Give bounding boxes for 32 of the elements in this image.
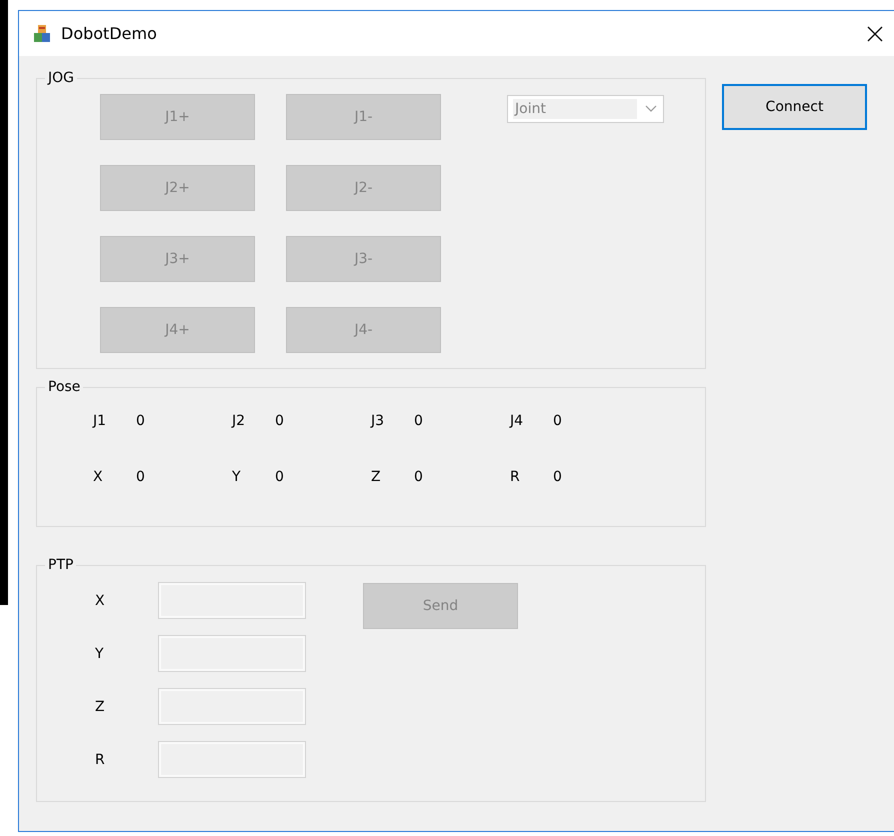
field-label: X [95, 592, 106, 608]
pose-label: Y [232, 469, 242, 485]
pose-label: J3 [371, 413, 386, 429]
pose-value: 0 [136, 413, 145, 429]
pose-label: J1 [93, 413, 108, 429]
group-title: JOG [46, 70, 75, 86]
field-label: Z [95, 698, 106, 714]
pose-value: 0 [136, 469, 145, 485]
group-title: Pose [47, 379, 82, 395]
pose-label: X [93, 469, 104, 485]
pose-label: R [510, 469, 521, 485]
input-field[interactable] [158, 688, 306, 725]
pose-label: J2 [232, 413, 246, 429]
pose-value: 0 [275, 469, 284, 485]
input-field[interactable] [158, 582, 306, 619]
window-title: DobotDemo [61, 24, 157, 43]
pose-value: 0 [275, 413, 284, 429]
field-label: R [95, 752, 106, 768]
input-field[interactable] [158, 741, 306, 778]
pose-value: 0 [414, 413, 423, 429]
connect-button[interactable]: Connect [722, 84, 867, 130]
input-field[interactable] [158, 635, 306, 672]
pose-value: 0 [414, 469, 423, 485]
field-label: Y [95, 646, 105, 662]
caret-icon [645, 105, 657, 113]
pose-label: Z [371, 469, 382, 485]
group-title: PTP [47, 557, 74, 573]
close-icon[interactable] [867, 26, 883, 42]
pose-value: 0 [553, 413, 562, 429]
pose-value: 0 [553, 469, 562, 485]
app-icon [32, 24, 52, 44]
pose-label: J4 [510, 413, 524, 429]
